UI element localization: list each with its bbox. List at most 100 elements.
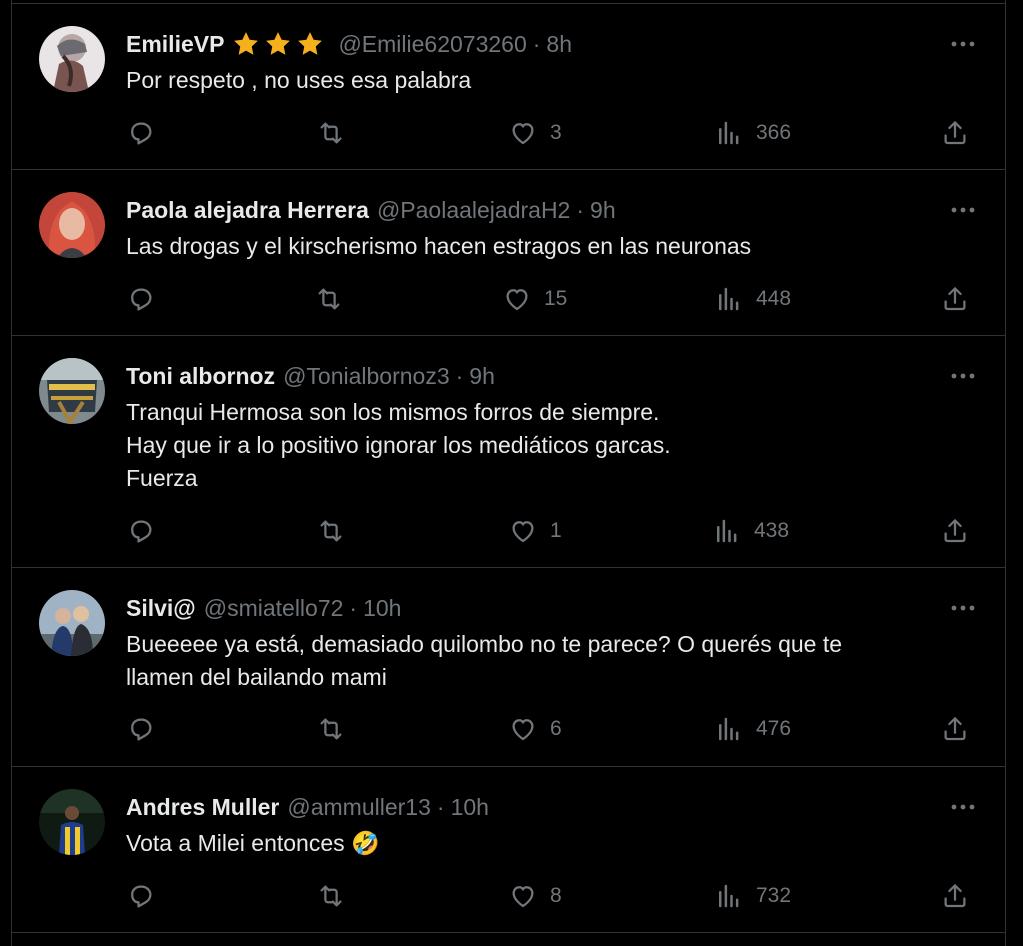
tweet-actions: 8 732 bbox=[126, 879, 996, 913]
views-icon bbox=[717, 519, 737, 543]
views-icon bbox=[719, 717, 739, 741]
user-handle[interactable]: @PaolaalejadraH2 bbox=[377, 197, 570, 224]
tweet-actions: 3 366 bbox=[126, 116, 996, 150]
tweet-text: Las drogas y el kirscherismo hacen estra… bbox=[126, 230, 966, 263]
reply-button[interactable] bbox=[126, 282, 156, 316]
user-handle[interactable]: @Emilie62073260 bbox=[338, 31, 526, 58]
retweet-icon bbox=[320, 718, 342, 740]
tweet-text: Vota a Milei entonces 🤣 bbox=[126, 827, 966, 860]
user-handle[interactable]: @Tonialbornoz3 bbox=[283, 363, 450, 390]
separator: · bbox=[576, 196, 585, 223]
more-icon[interactable] bbox=[949, 797, 977, 817]
tweet-header: Silvi@ @smiatello72 · 10h bbox=[126, 592, 401, 624]
view-count: 448 bbox=[756, 287, 792, 310]
reply-tweet[interactable]: EmilieVP @Emilie62073260 · 8h Por respet… bbox=[12, 4, 1005, 170]
avatar[interactable] bbox=[39, 590, 105, 656]
separator: · bbox=[349, 594, 358, 621]
user-handle[interactable]: @ammuller13 bbox=[287, 794, 431, 821]
more-icon[interactable] bbox=[949, 366, 977, 386]
avatar[interactable] bbox=[39, 192, 105, 258]
reply-icon bbox=[131, 288, 152, 311]
share-button[interactable] bbox=[940, 712, 970, 746]
avatar[interactable] bbox=[39, 358, 105, 424]
share-button[interactable] bbox=[940, 514, 970, 548]
timestamp[interactable]: 8h bbox=[546, 31, 572, 58]
timestamp[interactable]: 10h bbox=[451, 794, 489, 821]
share-icon bbox=[944, 519, 966, 543]
like-button[interactable]: 8 bbox=[508, 879, 562, 913]
like-button[interactable]: 15 bbox=[502, 282, 567, 316]
reply-tweet[interactable]: Andres Muller @ammuller13 · 10h Vota a M… bbox=[12, 767, 1005, 933]
display-name[interactable]: EmilieVP bbox=[126, 31, 224, 58]
retweet-button[interactable] bbox=[316, 514, 346, 548]
share-icon bbox=[944, 121, 966, 145]
tweet-text-line: Vota a Milei entonces 🤣 bbox=[126, 830, 380, 856]
tweet-header: Andres Muller @ammuller13 · 10h bbox=[126, 791, 489, 823]
retweet-button[interactable] bbox=[316, 879, 346, 913]
views-button[interactable]: 438 bbox=[712, 514, 789, 548]
reply-icon bbox=[131, 520, 152, 543]
star-icon bbox=[234, 32, 259, 55]
display-name[interactable]: Andres Muller bbox=[126, 794, 279, 821]
like-button[interactable]: 3 bbox=[508, 116, 562, 150]
retweet-icon bbox=[320, 885, 342, 907]
view-count: 366 bbox=[756, 121, 792, 144]
heart-icon bbox=[512, 521, 534, 543]
retweet-icon bbox=[320, 122, 342, 144]
more-icon[interactable] bbox=[949, 598, 977, 618]
heart-icon bbox=[506, 289, 528, 311]
views-button[interactable]: 732 bbox=[714, 879, 791, 913]
like-button[interactable]: 6 bbox=[508, 712, 562, 746]
retweet-button[interactable] bbox=[316, 116, 346, 150]
avatar[interactable] bbox=[39, 26, 105, 92]
views-icon bbox=[719, 121, 739, 145]
timestamp[interactable]: 9h bbox=[590, 197, 616, 224]
view-count: 476 bbox=[756, 717, 792, 740]
display-name[interactable]: Silvi@ bbox=[126, 595, 196, 622]
heart-icon bbox=[512, 123, 534, 145]
tweet-text-line: Hay que ir a lo positivo ignorar los med… bbox=[126, 432, 671, 458]
reply-tweet[interactable]: Paola alejadra Herrera @PaolaalejadraH2 … bbox=[12, 170, 1005, 336]
share-button[interactable] bbox=[940, 879, 970, 913]
more-icon[interactable] bbox=[949, 34, 977, 54]
view-count: 732 bbox=[756, 884, 792, 907]
reply-button[interactable] bbox=[126, 712, 156, 746]
user-handle[interactable]: @smiatello72 bbox=[204, 595, 344, 622]
timestamp[interactable]: 9h bbox=[469, 363, 495, 390]
reply-button[interactable] bbox=[126, 116, 156, 150]
avatar[interactable] bbox=[39, 789, 105, 855]
reply-icon bbox=[131, 122, 152, 145]
tweet-text-line: llamen del bailando mami bbox=[126, 664, 387, 690]
views-button[interactable]: 476 bbox=[714, 712, 791, 746]
reply-tweet[interactable]: Silvi@ @smiatello72 · 10h Bueeeee ya est… bbox=[12, 568, 1005, 767]
display-name[interactable]: Toni albornoz bbox=[126, 363, 275, 390]
timestamp[interactable]: 10h bbox=[363, 595, 401, 622]
reply-tweet[interactable]: Toni albornoz @Tonialbornoz3 · 9h Tranqu… bbox=[12, 336, 1005, 568]
like-count: 3 bbox=[550, 121, 562, 144]
like-count: 6 bbox=[550, 717, 562, 740]
tweet-actions: 6 476 bbox=[126, 712, 996, 746]
tweet-text-line: Tranqui Hermosa son los mismos forros de… bbox=[126, 399, 660, 425]
tweet-text-line: Fuerza bbox=[126, 465, 198, 491]
retweet-icon bbox=[318, 288, 340, 310]
retweet-button[interactable] bbox=[314, 282, 344, 316]
share-button[interactable] bbox=[940, 116, 970, 150]
reply-button[interactable] bbox=[126, 879, 156, 913]
reply-button[interactable] bbox=[126, 514, 156, 548]
share-button[interactable] bbox=[940, 282, 970, 316]
display-name[interactable]: Paola alejadra Herrera bbox=[126, 197, 369, 224]
retweet-button[interactable] bbox=[316, 712, 346, 746]
separator: · bbox=[455, 362, 464, 389]
like-count: 15 bbox=[544, 287, 568, 310]
tweet-text: Bueeeee ya está, demasiado quilombo no t… bbox=[126, 628, 966, 694]
views-button[interactable]: 448 bbox=[714, 282, 791, 316]
reply-icon bbox=[131, 718, 152, 741]
more-icon[interactable] bbox=[949, 200, 977, 220]
star-icon bbox=[266, 32, 291, 55]
retweet-icon bbox=[320, 520, 342, 542]
like-button[interactable]: 1 bbox=[508, 514, 562, 548]
views-button[interactable]: 366 bbox=[714, 116, 791, 150]
tweet-header: Toni albornoz @Tonialbornoz3 · 9h bbox=[126, 360, 495, 392]
tweet-actions: 1 438 bbox=[126, 514, 996, 548]
like-count: 1 bbox=[550, 519, 562, 542]
